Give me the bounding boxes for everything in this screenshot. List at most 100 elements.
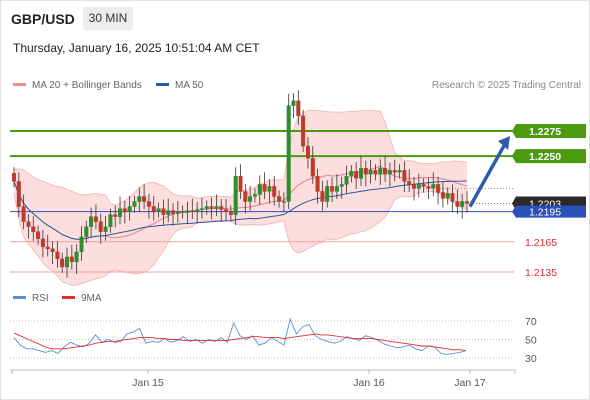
candle-body: [426, 186, 431, 189]
level-label-1.2135: 1.2135: [525, 267, 557, 279]
level-label-1.2275: 1.2275: [529, 126, 561, 138]
candle-body: [175, 211, 180, 214]
candle-body: [127, 206, 132, 212]
candle-body: [267, 186, 272, 192]
candle-body: [296, 100, 301, 117]
candle-body: [272, 186, 277, 197]
candle-body: [291, 100, 296, 107]
candle-body: [93, 216, 98, 222]
candle-body: [349, 171, 354, 177]
candle-body: [383, 168, 388, 175]
rsi-tick-label-50: 50: [525, 335, 537, 347]
candle-body: [368, 170, 373, 175]
candle-body: [209, 206, 214, 209]
candle-body: [407, 181, 412, 185]
candle-body: [180, 211, 185, 213]
candle-body: [166, 210, 171, 215]
level-label-1.2250: 1.2250: [529, 151, 561, 163]
candle-body: [262, 184, 267, 192]
candle-body: [440, 192, 445, 199]
rsi-tick-label-70: 70: [525, 316, 537, 328]
candle-body: [11, 173, 16, 182]
candle-body: [89, 216, 94, 227]
candle-body: [36, 231, 41, 239]
candle-body: [277, 196, 282, 202]
candle-body: [142, 196, 147, 202]
candle-body: [84, 226, 89, 237]
candle-body: [465, 201, 470, 204]
candle-body: [431, 184, 436, 189]
candle-body: [161, 208, 166, 215]
candle-body: [460, 201, 465, 207]
candle-body: [16, 181, 21, 207]
candle-body: [69, 256, 74, 263]
forecast-arrow-shaft: [468, 143, 507, 208]
candle-body: [132, 201, 137, 207]
candle-body: [257, 184, 262, 195]
candle-body: [455, 201, 460, 207]
candle-body: [281, 201, 286, 203]
candle-body: [387, 170, 392, 175]
candle-body: [252, 194, 257, 197]
candle-body: [214, 206, 219, 209]
candle-body: [344, 176, 349, 185]
candle-body: [436, 184, 441, 193]
candle-body: [359, 168, 364, 179]
candle-body: [412, 184, 417, 189]
candle-body: [156, 208, 161, 212]
candle-body: [315, 176, 320, 192]
candle-body: [248, 196, 253, 202]
candle-body: [325, 186, 330, 202]
candle-body: [50, 248, 55, 253]
candle-body: [450, 193, 455, 202]
candle-body: [151, 206, 156, 212]
candle-body: [60, 258, 65, 268]
candle-body: [354, 171, 359, 179]
candle-body: [320, 191, 325, 202]
rsi-tick-label-30: 30: [525, 353, 537, 365]
candle-body: [122, 208, 127, 212]
candle-body: [40, 238, 45, 248]
candle-body: [113, 214, 118, 217]
candle-body: [301, 115, 306, 147]
candle-body: [26, 221, 31, 227]
rsi-line: [13, 317, 467, 355]
candle-body: [416, 184, 421, 189]
candle-body: [445, 193, 450, 199]
candle-body: [339, 184, 344, 187]
current-price-label: 1.2195: [529, 207, 561, 219]
candle-body: [195, 209, 200, 212]
candle-body: [228, 211, 233, 215]
candle-body: [397, 170, 402, 173]
candle-body: [306, 145, 311, 159]
candle-body: [373, 170, 378, 175]
candle-body: [219, 206, 224, 210]
candle-body: [98, 221, 103, 232]
candle-body: [45, 246, 50, 250]
x-tick-label: Jan 15: [132, 377, 164, 389]
candle-body: [286, 105, 291, 202]
candle-body: [117, 208, 122, 217]
candle-body: [185, 210, 190, 213]
x-tick-label: Jan 16: [353, 377, 385, 389]
candle-body: [238, 176, 243, 192]
candle-body: [79, 236, 84, 252]
candle-body: [402, 170, 407, 182]
candle-body: [31, 226, 36, 232]
candle-body: [170, 210, 175, 214]
candle-body: [363, 168, 368, 175]
candle-body: [310, 157, 315, 177]
candle-body: [21, 206, 26, 222]
chart-svg: 1.22751.22501.22031.21951.21651.21357050…: [10, 90, 586, 389]
candle-body: [137, 196, 142, 202]
candle-body: [378, 168, 383, 175]
candle-body: [190, 210, 195, 212]
candle-body: [103, 226, 108, 232]
level-label-1.2165: 1.2165: [525, 237, 557, 249]
candle-body: [392, 170, 397, 173]
x-tick-label: Jan 17: [454, 377, 486, 389]
candle-body: [64, 256, 69, 268]
candle-body: [243, 191, 248, 202]
candle-body: [146, 201, 151, 207]
candle-body: [108, 214, 113, 227]
